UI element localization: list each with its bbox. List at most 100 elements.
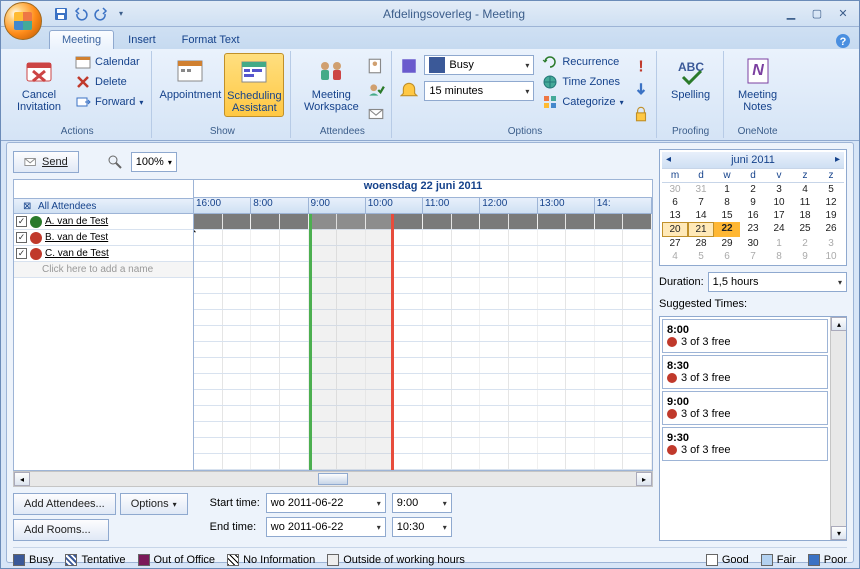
calendar-day[interactable]: 31 <box>688 183 714 196</box>
scroll-up-icon[interactable]: ▴ <box>831 317 847 331</box>
check-names-icon[interactable] <box>367 81 385 99</box>
suggested-time-item[interactable]: 8:003 of 3 free <box>662 319 828 353</box>
calendar-day[interactable]: 1 <box>766 237 792 250</box>
attendee-row[interactable]: ✓B. van de Test <box>14 230 193 246</box>
calendar-day[interactable]: 20 <box>662 222 688 237</box>
checkbox-icon[interactable]: ✓ <box>16 248 27 259</box>
calendar-day[interactable]: 17 <box>766 209 792 222</box>
office-button[interactable] <box>4 2 42 40</box>
calendar-day[interactable]: 30 <box>740 237 766 250</box>
delete-button[interactable]: Delete <box>73 73 145 91</box>
scheduling-options-button[interactable]: Options ▾ <box>120 493 188 515</box>
private-icon[interactable] <box>632 105 650 123</box>
meeting-workspace-button[interactable]: Meeting Workspace <box>299 53 363 115</box>
calendar-day[interactable]: 13 <box>662 209 688 222</box>
close-button[interactable]: ✕ <box>831 6 855 22</box>
responses-icon[interactable] <box>367 105 385 123</box>
recurrence-button[interactable]: Recurrence <box>540 53 625 71</box>
calendar-day[interactable]: 11 <box>792 196 818 209</box>
date-picker[interactable]: ◂ juni 2011 ▸ mdwdvzz3031123456789101112… <box>659 149 847 266</box>
tab-format-text[interactable]: Format Text <box>170 31 252 49</box>
calendar-day[interactable]: 9 <box>792 250 818 263</box>
calendar-day[interactable]: 7 <box>688 196 714 209</box>
horizontal-scrollbar[interactable]: ◂ ▸ <box>13 471 653 487</box>
attendee-row[interactable]: ✓C. van de Test <box>14 246 193 262</box>
end-date-combo[interactable]: wo 2011-06-22▾ <box>266 517 386 537</box>
reminder-combo[interactable]: 15 minutes▾ <box>424 81 534 101</box>
checkbox-icon[interactable]: ✓ <box>16 232 27 243</box>
vertical-scrollbar[interactable]: ▴ ▾ <box>830 317 846 540</box>
start-time-combo[interactable]: 9:00▾ <box>392 493 452 513</box>
suggested-time-item[interactable]: 8:303 of 3 free <box>662 355 828 389</box>
spelling-button[interactable]: ABC Spelling <box>665 53 717 103</box>
calendar-day[interactable]: 29 <box>714 237 740 250</box>
tab-meeting[interactable]: Meeting <box>49 30 114 49</box>
meeting-block[interactable] <box>309 214 395 470</box>
calendar-day[interactable]: 22 <box>714 222 740 237</box>
calendar-day[interactable]: 5 <box>688 250 714 263</box>
calendar-day[interactable]: 6 <box>662 196 688 209</box>
calendar-day[interactable]: 7 <box>740 250 766 263</box>
send-button[interactable]: Send <box>13 151 79 173</box>
calendar-day[interactable]: 2 <box>792 237 818 250</box>
add-attendee-row[interactable]: Click here to add a name <box>14 262 193 278</box>
importance-high-icon[interactable]: ! <box>632 57 650 75</box>
calendar-day[interactable]: 15 <box>714 209 740 222</box>
duration-combo[interactable]: 1,5 hours▾ <box>708 272 847 292</box>
help-icon[interactable]: ? <box>835 33 851 49</box>
add-attendees-button[interactable]: Add Attendees... <box>13 493 116 515</box>
calendar-button[interactable]: Calendar <box>73 53 145 71</box>
meeting-notes-button[interactable]: N Meeting Notes <box>732 53 784 115</box>
address-book-icon[interactable] <box>367 57 385 75</box>
calendar-day[interactable]: 3 <box>818 237 844 250</box>
calendar-day[interactable]: 1 <box>714 183 740 196</box>
calendar-day[interactable]: 9 <box>740 196 766 209</box>
calendar-day[interactable]: 28 <box>688 237 714 250</box>
appointment-button[interactable]: Appointment <box>160 53 220 103</box>
calendar-day[interactable]: 8 <box>766 250 792 263</box>
timezones-button[interactable]: Time Zones <box>540 73 625 91</box>
start-date-combo[interactable]: wo 2011-06-22▾ <box>266 493 386 513</box>
undo-icon[interactable] <box>73 6 89 22</box>
calendar-day[interactable]: 12 <box>818 196 844 209</box>
forward-button[interactable]: Forward ▾ <box>73 93 145 111</box>
calendar-day[interactable]: 14 <box>688 209 714 222</box>
calendar-day[interactable]: 27 <box>662 237 688 250</box>
calendar-day[interactable]: 26 <box>818 222 844 237</box>
calendar-day[interactable]: 25 <box>792 222 818 237</box>
zoom-combo[interactable]: 100% ▾ <box>131 152 177 172</box>
add-rooms-button[interactable]: Add Rooms... <box>13 519 109 541</box>
calendar-day[interactable]: 2 <box>740 183 766 196</box>
calendar-day[interactable]: 30 <box>662 183 688 196</box>
calendar-day[interactable]: 5 <box>818 183 844 196</box>
tab-insert[interactable]: Insert <box>116 31 168 49</box>
scroll-thumb[interactable] <box>318 473 348 485</box>
scroll-left-icon[interactable]: ◂ <box>14 472 30 486</box>
prev-month-icon[interactable]: ◂ <box>666 154 671 165</box>
scroll-down-icon[interactable]: ▾ <box>831 526 847 540</box>
importance-low-icon[interactable] <box>632 81 650 99</box>
calendar-day[interactable]: 18 <box>792 209 818 222</box>
reminder-icon[interactable] <box>400 81 418 99</box>
maximize-button[interactable]: ▢ <box>805 6 829 22</box>
end-time-combo[interactable]: 10:30▾ <box>392 517 452 537</box>
calendar-day[interactable]: 8 <box>714 196 740 209</box>
calendar-day[interactable]: 6 <box>714 250 740 263</box>
next-month-icon[interactable]: ▸ <box>835 154 840 165</box>
calendar-day[interactable]: 10 <box>818 250 844 263</box>
calendar-day[interactable]: 3 <box>766 183 792 196</box>
show-as-combo[interactable]: Busy▾ <box>424 55 534 75</box>
suggested-time-item[interactable]: 9:303 of 3 free <box>662 427 828 461</box>
calendar-day[interactable]: 4 <box>662 250 688 263</box>
suggested-time-item[interactable]: 9:003 of 3 free <box>662 391 828 425</box>
zoom-icon[interactable] <box>107 154 123 170</box>
calendar-day[interactable]: 24 <box>766 222 792 237</box>
cancel-invitation-button[interactable]: Cancel Invitation <box>9 53 69 115</box>
calendar-day[interactable]: 10 <box>766 196 792 209</box>
qat-dropdown-icon[interactable]: ▾ <box>113 6 129 22</box>
scheduling-assistant-button[interactable]: Scheduling Assistant <box>224 53 284 117</box>
calendar-day[interactable]: 21 <box>688 222 714 237</box>
checkbox-icon[interactable]: ✓ <box>16 216 27 227</box>
calendar-day[interactable]: 19 <box>818 209 844 222</box>
minimize-button[interactable]: ▁ <box>779 6 803 22</box>
